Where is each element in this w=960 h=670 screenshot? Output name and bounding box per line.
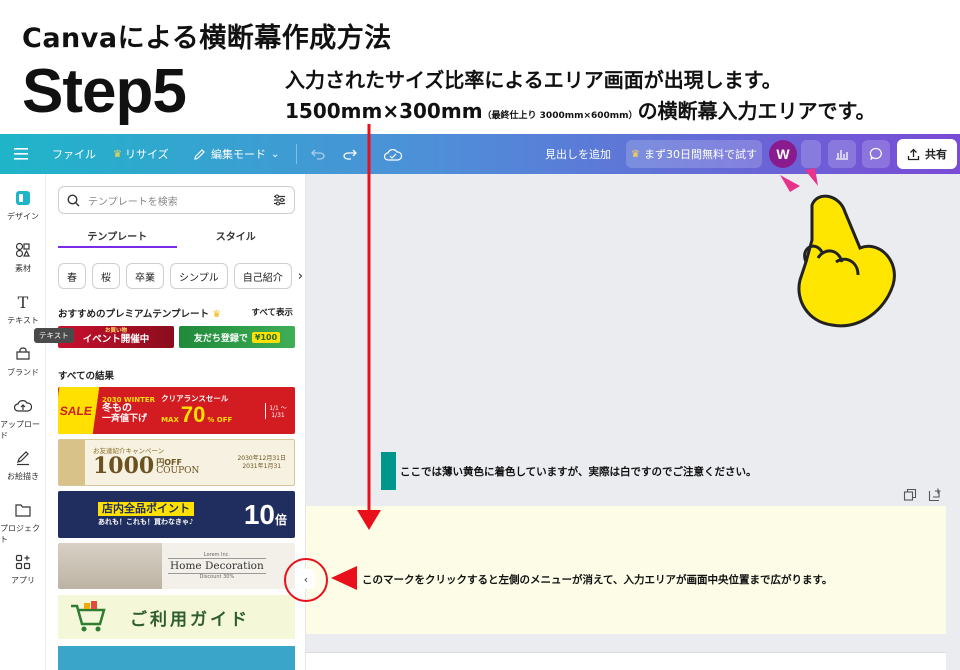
- pink-pointer-2: [805, 168, 818, 186]
- pink-pointer-1: [780, 175, 800, 192]
- annotation-overlay: [331, 124, 896, 590]
- pointing-hand-icon: [797, 194, 896, 328]
- red-arrowhead-down: [357, 510, 381, 530]
- red-arrowhead-left: [331, 566, 357, 590]
